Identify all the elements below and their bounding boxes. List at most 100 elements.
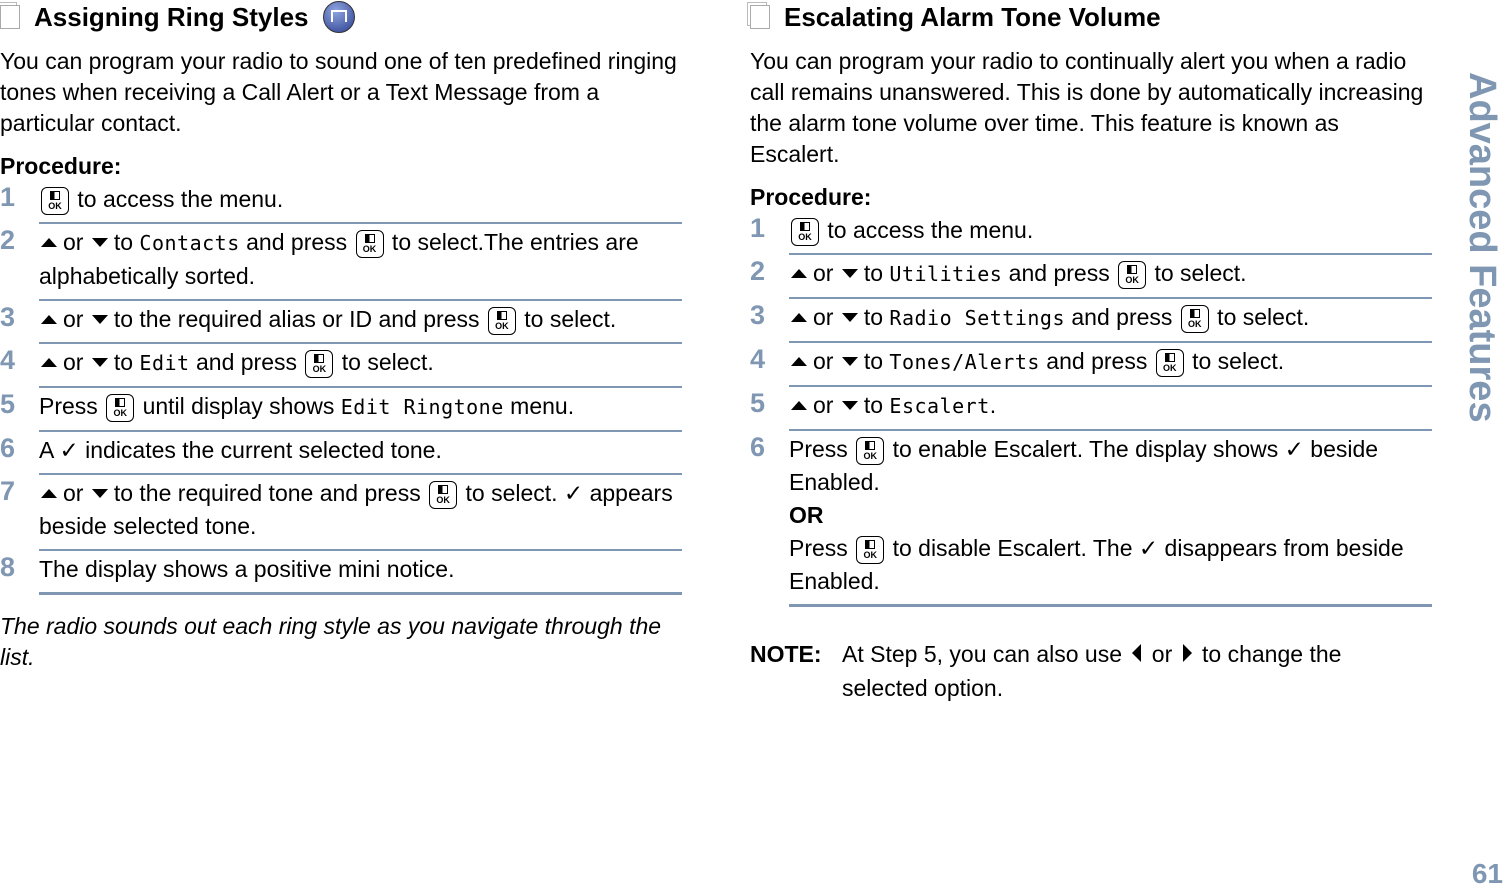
step-number: 2: [750, 256, 766, 286]
down-arrow-icon: [91, 315, 108, 324]
step-text: or: [813, 392, 840, 418]
step-body: OK to access the menu.: [39, 181, 682, 224]
step-number: 6: [750, 432, 766, 462]
ok-button-icon: OK: [1180, 305, 1209, 333]
step-number: 3: [750, 300, 766, 330]
step-number: 5: [750, 388, 766, 418]
up-arrow-icon: [41, 489, 57, 498]
step-text: to select.: [1148, 260, 1247, 286]
down-arrow-icon: [841, 357, 858, 366]
ok-button-icon: OK: [41, 187, 69, 215]
step-text: or: [63, 349, 90, 375]
step-text: and press: [1002, 260, 1117, 286]
note-label: NOTE:: [750, 641, 822, 667]
step-text: .: [989, 392, 997, 418]
step-body: The display shows a positive mini notice…: [39, 551, 682, 595]
ok-button-icon: OK: [487, 307, 516, 335]
procedure-label: Procedure:: [750, 184, 872, 210]
side-tab: Advanced Features: [1461, 72, 1503, 423]
step-body: or to the required alias or ID and press…: [39, 301, 682, 344]
step-6: 6 A ✓ indicates the current selected tone…: [0, 432, 682, 475]
down-arrow-icon: [91, 489, 108, 498]
step-number: 5: [0, 389, 16, 419]
step-text: and press: [1039, 348, 1154, 374]
step-body: Press OK to enable Escalert. The display…: [789, 431, 1432, 607]
up-arrow-icon: [41, 315, 57, 324]
footer-note: The radio sounds out each ring style as …: [0, 613, 662, 670]
ok-button-icon: OK: [856, 536, 885, 564]
step-body: or to Radio Settings and press OK to sel…: [789, 299, 1432, 343]
step-body: or to Tones/Alerts and press OK to selec…: [789, 343, 1432, 387]
step-text: menu.: [503, 393, 575, 419]
step-text: or: [813, 260, 840, 286]
note: NOTE: At Step 5, you can also use or to c…: [750, 637, 1432, 705]
section-title: Assigning Ring Styles: [0, 0, 682, 34]
menu-item-text: Escalert: [889, 394, 990, 418]
intro-text: You can program your radio to continuall…: [750, 48, 1424, 167]
step-body: or to the required tone and press OK to …: [39, 475, 682, 551]
step-number: 8: [0, 552, 16, 582]
step-text: or: [63, 229, 90, 255]
step-8: 8 The display shows a positive mini notic…: [0, 551, 682, 595]
step-text: to: [113, 349, 140, 375]
or-label: OR: [789, 502, 824, 528]
step-text: or: [63, 306, 90, 332]
down-arrow-icon: [841, 401, 858, 410]
step-text: Press: [789, 436, 855, 462]
up-arrow-icon: [791, 313, 807, 322]
up-arrow-icon: [791, 401, 807, 410]
menu-item-text: Edit: [139, 351, 190, 375]
down-arrow-icon: [841, 269, 858, 278]
step-text: to select.: [517, 306, 617, 332]
menu-item-text: Tones/Alerts: [889, 350, 1040, 374]
step-text: and press: [239, 229, 354, 255]
step-body: or to Edit and press OK to select.: [39, 344, 682, 388]
step-3: 3 or to Radio Settings and press OK to se…: [750, 299, 1432, 343]
down-arrow-icon: [841, 313, 858, 322]
page-icon: [0, 5, 20, 29]
page-number: 61: [1471, 858, 1503, 889]
step-number: 4: [0, 345, 16, 375]
up-arrow-icon: [41, 358, 57, 367]
step-text: to the required tone and press: [113, 480, 428, 506]
step-number: 6: [0, 433, 16, 463]
ok-button-icon: OK: [1118, 261, 1147, 289]
step-text: to: [863, 304, 890, 330]
step-body: or to Contacts and press OK to select.Th…: [39, 224, 682, 301]
step-body: or to Escalert.: [789, 387, 1432, 431]
step-list: 1 OK to access the menu. 2 or to Contacts a…: [0, 181, 682, 595]
step-text: Press: [789, 535, 855, 561]
feature-icon: [322, 1, 355, 33]
ring-styles-section: Assigning Ring Styles You can program yo…: [0, 0, 682, 673]
step-body: A ✓ indicates the current selected tone.: [39, 432, 682, 475]
step-3: 3 or to the required alias or ID and pres…: [0, 301, 682, 344]
step-5: 5 Press OK until display shows Edit Ringt…: [0, 388, 682, 432]
step-2: 2 or to Contacts and press OK to select.T…: [0, 224, 682, 301]
step-text: to: [863, 392, 890, 418]
step-list: 1 OK to access the menu. 2 or to Utilities …: [750, 212, 1432, 607]
step-number: 2: [0, 225, 16, 255]
step-text: The display shows a positive mini notice…: [39, 556, 455, 582]
step-text: to the required alias or ID and press: [113, 306, 486, 332]
step-text: At Step 5, you can also use: [842, 641, 1129, 667]
step-number: 1: [750, 213, 766, 243]
step-text: A ✓ indicates the current selected tone.: [39, 437, 442, 463]
right-arrow-icon: [1182, 644, 1192, 662]
step-6: 6 Press OK to enable Escalert. The displa…: [750, 431, 1432, 607]
step-text: or: [63, 480, 90, 506]
left-arrow-icon: [1132, 644, 1142, 662]
section-title: Escalating Alarm Tone Volume: [750, 0, 1432, 34]
menu-item-text: Edit Ringtone: [340, 395, 504, 419]
note-text: At Step 5, you can also use or to change…: [842, 637, 1432, 705]
step-number: 1: [0, 182, 16, 212]
step-number: 3: [0, 302, 16, 332]
step-7: 7 or to the required tone and press OK to…: [0, 475, 682, 551]
step-number: 4: [750, 344, 766, 374]
step-text: to: [863, 260, 890, 286]
step-body: Press OK until display shows Edit Ringto…: [39, 388, 682, 432]
step-text: to: [113, 229, 140, 255]
step-1: 1 OK to access the menu.: [750, 212, 1432, 255]
step-1: 1 OK to access the menu.: [0, 181, 682, 224]
ok-button-icon: OK: [305, 350, 334, 378]
down-arrow-icon: [91, 358, 108, 367]
